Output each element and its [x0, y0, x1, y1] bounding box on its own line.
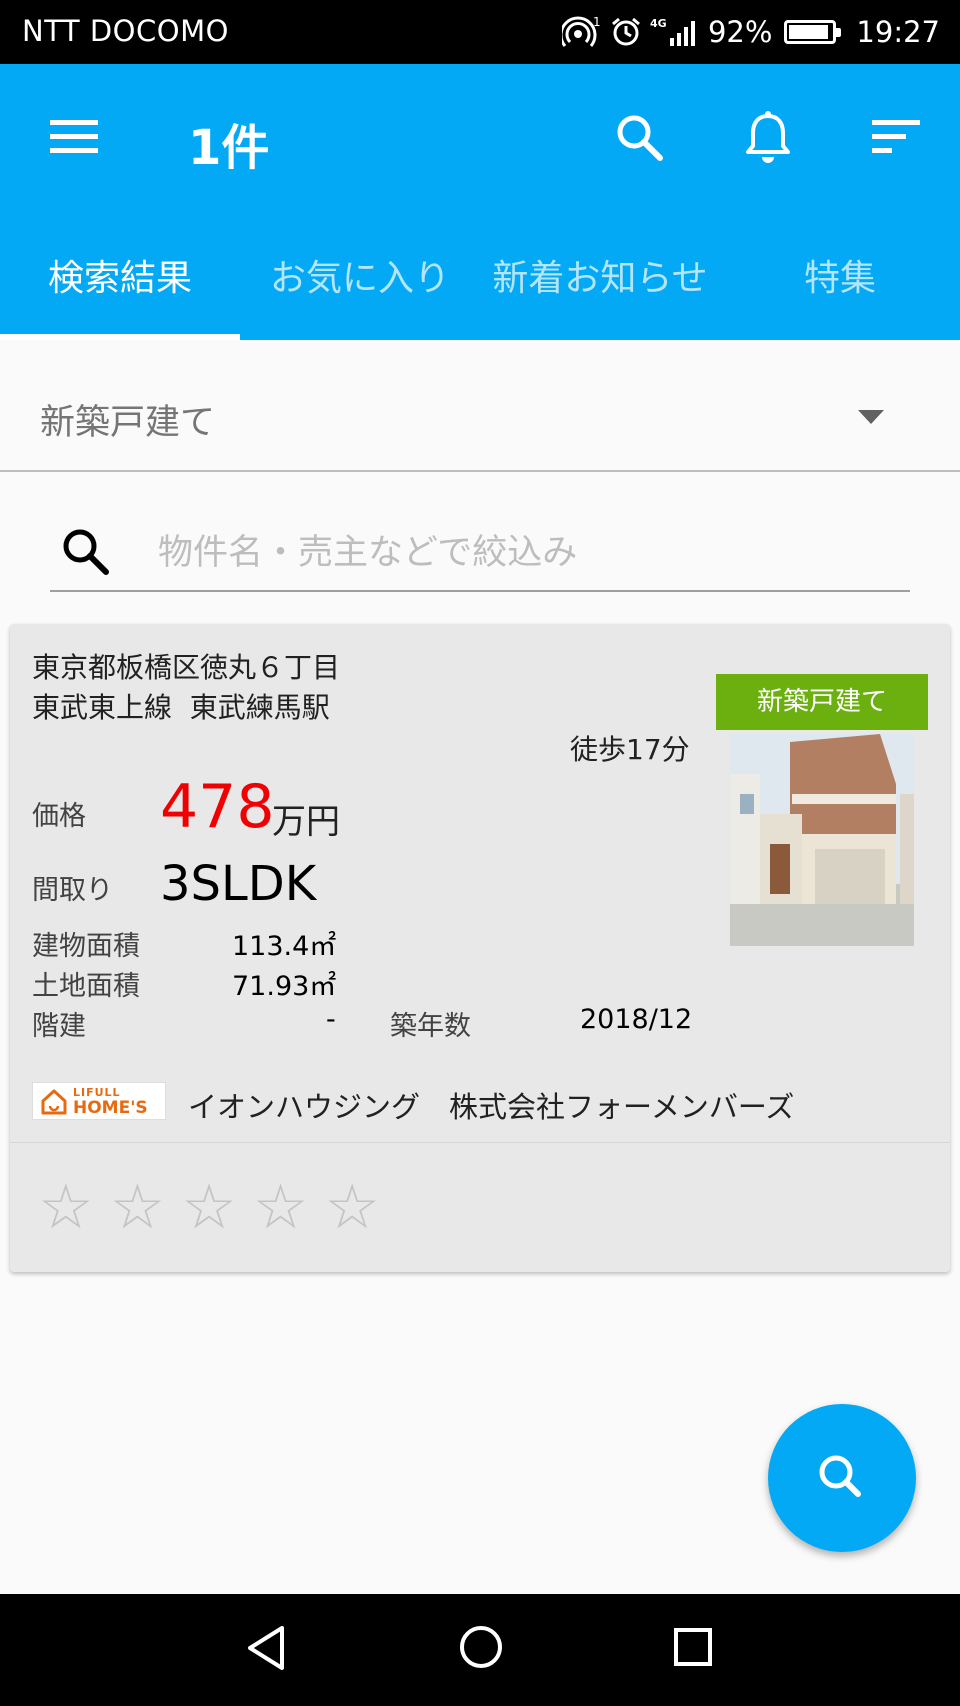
- network-label: 4G: [650, 17, 667, 30]
- svg-text:1: 1: [593, 16, 601, 29]
- land-area-label: 土地面積: [32, 971, 140, 1002]
- star-1-icon[interactable]: ☆: [38, 1172, 94, 1242]
- filter-search-icon: [63, 529, 109, 575]
- price-unit: 万円: [272, 802, 340, 842]
- signal-icon: 4G: [650, 17, 695, 46]
- walk-time: 徒歩17分: [570, 733, 690, 766]
- status-icons: 1 4G 92% 19:27: [561, 12, 940, 52]
- app-bar: 1件 検索結果 お気に入り 新着お知らせ 特集: [0, 64, 960, 340]
- tab-search-results[interactable]: 検索結果: [0, 234, 240, 340]
- menu-icon[interactable]: [46, 114, 102, 158]
- filter-input[interactable]: [158, 528, 898, 578]
- fab-search-icon: [819, 1455, 861, 1497]
- listing-line-station: 東武東上線 東武練馬駅: [32, 691, 330, 724]
- listing-location: 東京都板橋区徳丸６丁目 東武東上線 東武練馬駅: [32, 648, 340, 728]
- layout-value: 3SLDK: [160, 856, 317, 912]
- bell-icon[interactable]: [740, 108, 796, 168]
- search-icon[interactable]: [612, 110, 668, 166]
- star-rating[interactable]: ☆ ☆ ☆ ☆ ☆: [38, 1172, 380, 1242]
- property-photo[interactable]: [730, 734, 914, 946]
- back-nav-icon[interactable]: [244, 1624, 288, 1672]
- price-value: 478: [160, 772, 275, 842]
- building-area-label: 建物面積: [32, 931, 140, 962]
- tab-bar: 検索結果 お気に入り 新着お知らせ 特集: [0, 234, 960, 340]
- tab-new-notices[interactable]: 新着お知らせ: [480, 234, 720, 340]
- card-divider: [10, 1142, 950, 1143]
- floors-label: 階建: [32, 1011, 86, 1042]
- lifull-homes-logo: LIFULL HOME'S: [32, 1082, 166, 1120]
- listing-card[interactable]: 東京都板橋区徳丸６丁目 東武東上線 東武練馬駅 新築戸建て 徒歩17分 価格 4…: [10, 624, 950, 1272]
- filter-bar: [50, 510, 910, 592]
- company-name: イオンハウジング 株式会社フォーメンバーズ: [188, 1090, 795, 1124]
- tab-favorites[interactable]: お気に入り: [240, 234, 480, 340]
- battery-icon: [784, 20, 842, 44]
- building-area-value: 113.4㎡: [232, 931, 337, 962]
- clock: 19:27: [856, 15, 940, 49]
- battery-percent: 92%: [707, 15, 773, 49]
- built-year-label: 築年数: [390, 1011, 471, 1042]
- land-area-value: 71.93㎡: [232, 971, 337, 1002]
- status-bar: NTT DOCOMO 1 4G 92% 19:27: [0, 0, 960, 64]
- alarm-icon: [611, 17, 640, 46]
- floors-value: -: [326, 1004, 336, 1035]
- carrier-label: NTT DOCOMO: [22, 14, 229, 48]
- layout-label: 間取り: [32, 875, 113, 906]
- system-nav-bar: [0, 1594, 960, 1706]
- home-nav-icon[interactable]: [458, 1624, 504, 1670]
- logo-line2: HOME'S: [73, 1098, 148, 1118]
- star-5-icon[interactable]: ☆: [324, 1172, 380, 1242]
- battery-fill: [789, 25, 829, 39]
- result-count-title: 1件: [188, 120, 270, 176]
- star-3-icon[interactable]: ☆: [181, 1172, 237, 1242]
- listing-address: 東京都板橋区徳丸６丁目: [32, 651, 341, 684]
- hotspot-icon: 1: [561, 16, 601, 47]
- search-fab-button[interactable]: [768, 1404, 916, 1552]
- built-year-value: 2018/12: [580, 1004, 693, 1035]
- house-logo-icon: [41, 1089, 67, 1115]
- tab-features[interactable]: 特集: [720, 234, 960, 340]
- recent-apps-nav-icon[interactable]: [672, 1626, 714, 1668]
- star-4-icon[interactable]: ☆: [253, 1172, 309, 1242]
- dropdown-arrow-icon[interactable]: [858, 410, 884, 424]
- sort-icon[interactable]: [868, 116, 924, 160]
- category-dropdown-value: 新築戸建て: [40, 403, 216, 443]
- star-2-icon[interactable]: ☆: [110, 1172, 166, 1242]
- category-dropdown[interactable]: 新築戸建て: [0, 350, 960, 472]
- price-label: 価格: [32, 801, 86, 832]
- property-type-badge: 新築戸建て: [716, 674, 928, 730]
